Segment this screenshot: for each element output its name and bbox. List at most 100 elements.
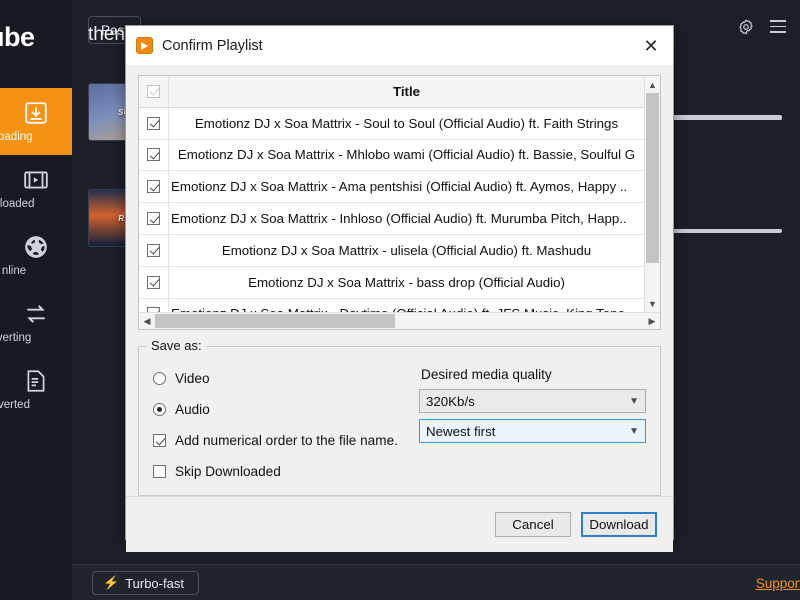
film-icon xyxy=(23,167,49,193)
quality-select[interactable]: 320Kb/s ▼ xyxy=(419,389,646,413)
quality-select-value: 320Kb/s xyxy=(426,394,629,409)
chevron-down-icon: ▼ xyxy=(629,426,639,437)
table-row[interactable]: Emotionz DJ x Soa Mattrix - Inhloso (Off… xyxy=(139,203,644,235)
sidebar-item-downloaded[interactable]: nloaded xyxy=(0,155,72,222)
sidebar: Tube loading xyxy=(0,0,72,600)
vertical-scrollbar-thumb[interactable] xyxy=(646,93,659,263)
sidebar-label-converted: verted xyxy=(0,399,30,411)
dialog-titlebar: Confirm Playlist ✕ xyxy=(126,26,673,65)
download-button[interactable]: Download xyxy=(581,512,657,537)
row-title: Emotionz DJ x Soa Mattrix - Ama pentshis… xyxy=(169,179,644,194)
row-checkbox-cell[interactable] xyxy=(139,235,169,266)
row-checkbox[interactable] xyxy=(147,244,160,257)
save-as-group: Save as: Video Audio Add nu xyxy=(138,346,661,496)
app-logo: Tube xyxy=(0,22,35,53)
row-checkbox[interactable] xyxy=(147,212,160,225)
audio-radio[interactable] xyxy=(153,403,166,416)
row-checkbox-cell[interactable] xyxy=(139,299,169,312)
table-row[interactable]: Emotionz DJ x Soa Mattrix - Daytime (Off… xyxy=(139,299,644,312)
table-row[interactable]: Emotionz DJ x Soa Mattrix - Mhlobo wami … xyxy=(139,140,644,172)
video-radio[interactable] xyxy=(153,372,166,385)
select-all-checkbox-cell[interactable] xyxy=(139,76,169,107)
skip-downloaded-checkbox[interactable] xyxy=(153,465,166,478)
audio-radio-row[interactable]: Audio xyxy=(153,394,405,425)
play-button-icon xyxy=(136,37,153,54)
listbox-scroll-area: Title Emotionz DJ x Soa Mattrix - Soul t… xyxy=(139,76,660,312)
quality-label: Desired media quality xyxy=(421,367,646,382)
row-title: Emotionz DJ x Soa Mattrix - bass drop (O… xyxy=(169,275,644,290)
row-title: Emotionz DJ x Soa Mattrix - Mhlobo wami … xyxy=(169,147,644,162)
table-row[interactable]: Emotionz DJ x Soa Mattrix - Soul to Soul… xyxy=(139,108,644,140)
sort-order-select[interactable]: Newest first ▼ xyxy=(419,419,646,443)
sidebar-label-downloaded: nloaded xyxy=(0,198,34,210)
table-row[interactable]: Emotionz DJ x Soa Mattrix - ulisela (Off… xyxy=(139,235,644,267)
sidebar-item-online[interactable]: nline xyxy=(0,222,72,289)
row-title: Emotionz DJ x Soa Mattrix - Inhloso (Off… xyxy=(169,211,644,226)
row-checkbox[interactable] xyxy=(147,307,160,312)
sidebar-item-converting[interactable]: verting xyxy=(0,289,72,356)
column-header-title[interactable]: Title xyxy=(169,84,644,99)
row-checkbox[interactable] xyxy=(147,117,160,130)
row-checkbox[interactable] xyxy=(147,276,160,289)
select-all-checkbox[interactable] xyxy=(147,85,160,98)
playlist-listbox: Title Emotionz DJ x Soa Mattrix - Soul t… xyxy=(138,75,661,330)
row-checkbox[interactable] xyxy=(147,148,160,161)
table-row[interactable]: Emotionz DJ x Soa Mattrix - bass drop (O… xyxy=(139,267,644,299)
vertical-scrollbar-track[interactable] xyxy=(645,93,660,295)
application-window: Tube loading xyxy=(0,0,800,600)
row-checkbox-cell[interactable] xyxy=(139,267,169,298)
turbo-fast-button[interactable]: ⚡ Turbo-fast xyxy=(92,571,199,595)
row-checkbox-cell[interactable] xyxy=(139,203,169,234)
skip-downloaded-row[interactable]: Skip Downloaded xyxy=(153,456,405,487)
chevron-down-icon: ▼ xyxy=(629,396,639,407)
row-title: Emotionz DJ x Soa Mattrix - ulisela (Off… xyxy=(169,243,644,258)
sidebar-label-downloading: loading xyxy=(0,131,33,143)
save-as-legend: Save as: xyxy=(147,338,206,353)
listbox-header-row: Title xyxy=(139,76,644,108)
numerical-order-row[interactable]: Add numerical order to the file name. xyxy=(153,425,405,456)
convert-icon xyxy=(23,301,49,327)
sidebar-item-converted[interactable]: verted xyxy=(0,356,72,423)
document-icon xyxy=(23,368,49,394)
numerical-order-checkbox[interactable] xyxy=(153,434,166,447)
audio-label: Audio xyxy=(175,402,210,417)
save-as-quality-column: Desired media quality 320Kb/s ▼ Newest f… xyxy=(405,363,646,481)
row-checkbox[interactable] xyxy=(147,180,160,193)
lightning-bolt-icon: ⚡ xyxy=(103,575,119,591)
table-row[interactable]: Emotionz DJ x Soa Mattrix - Ama pentshis… xyxy=(139,171,644,203)
chevron-up-icon[interactable]: ▲ xyxy=(645,76,660,93)
chevron-left-icon[interactable]: ◀ xyxy=(139,316,155,327)
supported-sites-link[interactable]: Supported xyxy=(756,576,800,591)
horizontal-scrollbar-thumb[interactable] xyxy=(155,314,395,328)
save-as-options-column: Video Audio Add numerical order to the f… xyxy=(153,363,405,481)
video-radio-row[interactable]: Video xyxy=(153,363,405,394)
dialog-title: Confirm Playlist xyxy=(162,38,637,54)
vertical-scrollbar[interactable]: ▲ ▼ xyxy=(644,76,660,312)
confirm-playlist-dialog: Confirm Playlist ✕ Title xyxy=(125,25,674,540)
numerical-order-label: Add numerical order to the file name. xyxy=(175,433,398,448)
row-checkbox-cell[interactable] xyxy=(139,171,169,202)
skip-downloaded-label: Skip Downloaded xyxy=(175,464,281,479)
row-checkbox-cell[interactable] xyxy=(139,140,169,171)
sidebar-item-downloading[interactable]: loading xyxy=(0,88,72,155)
row-title: Emotionz DJ x Soa Mattrix - Soul to Soul… xyxy=(169,116,644,131)
sidebar-label-online: nline xyxy=(2,265,26,277)
horizontal-scrollbar-track[interactable] xyxy=(155,313,644,329)
listbox-rows: Title Emotionz DJ x Soa Mattrix - Soul t… xyxy=(139,76,644,312)
horizontal-scrollbar[interactable]: ◀ ▶ xyxy=(139,312,660,329)
dialog-body: Title Emotionz DJ x Soa Mattrix - Soul t… xyxy=(126,65,673,496)
chevron-right-icon[interactable]: ▶ xyxy=(644,316,660,327)
chevron-down-icon[interactable]: ▼ xyxy=(645,295,660,312)
sidebar-label-converting: verting xyxy=(0,332,31,344)
globe-icon xyxy=(23,234,49,260)
statusbar: ⚡ Turbo-fast Supported xyxy=(72,564,800,600)
row-checkbox-cell[interactable] xyxy=(139,108,169,139)
sort-order-select-value: Newest first xyxy=(426,424,629,439)
sidebar-nav: loading nloaded nline xyxy=(0,88,72,423)
turbo-fast-label: Turbo-fast xyxy=(125,576,184,591)
cancel-button[interactable]: Cancel xyxy=(495,512,571,537)
close-icon[interactable]: ✕ xyxy=(637,32,665,60)
save-as-columns: Video Audio Add numerical order to the f… xyxy=(153,363,646,481)
download-icon xyxy=(23,100,49,126)
dialog-footer: Cancel Download xyxy=(126,496,673,552)
